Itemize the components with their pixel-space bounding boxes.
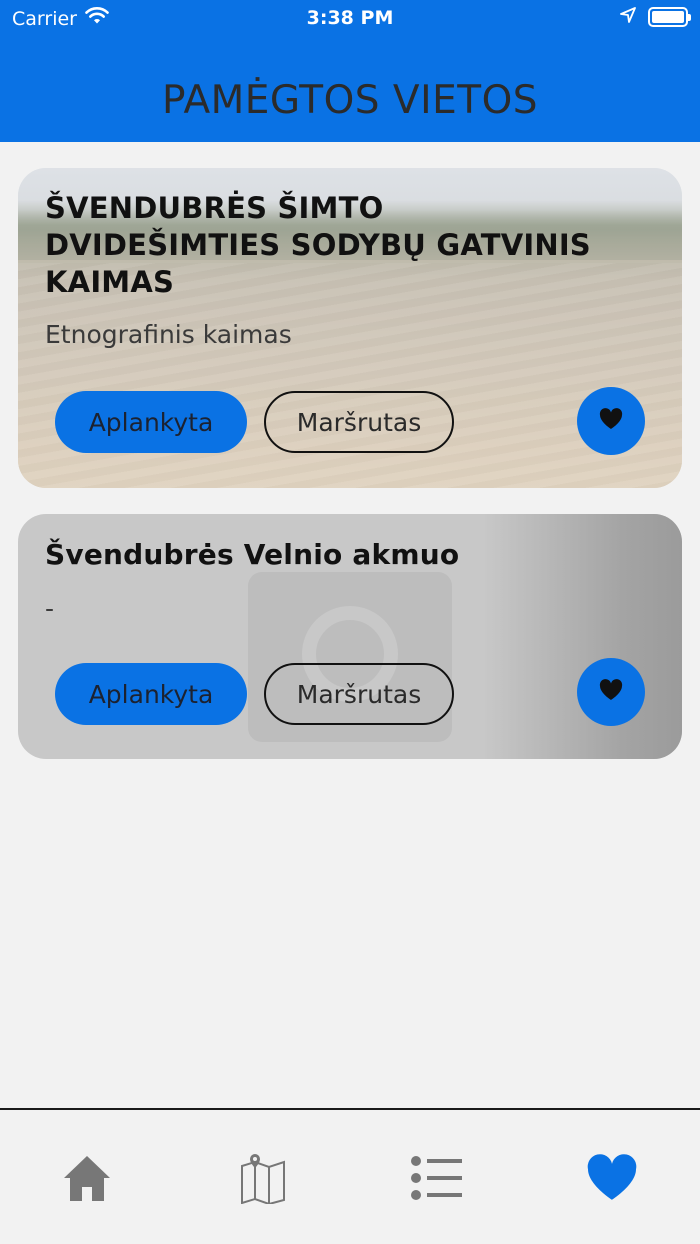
location-arrow-icon bbox=[620, 6, 636, 28]
heart-icon bbox=[599, 679, 623, 705]
battery-icon bbox=[648, 7, 691, 27]
place-card[interactable]: ŠVENDUBRĖS ŠIMTO DVIDEŠIMTIES SODYBŲ GAT… bbox=[18, 168, 682, 488]
tab-favorites[interactable] bbox=[577, 1150, 647, 1210]
home-icon bbox=[62, 1153, 112, 1207]
heart-icon bbox=[585, 1154, 639, 1206]
tab-list[interactable] bbox=[402, 1150, 472, 1210]
heart-icon bbox=[599, 408, 623, 434]
page-title: PAMĖGTOS VIETOS bbox=[161, 78, 539, 123]
visited-button[interactable]: Aplankyta bbox=[55, 663, 247, 725]
status-bar: Carrier 3:38 PM bbox=[0, 0, 700, 38]
map-icon bbox=[239, 1152, 287, 1208]
tab-map[interactable] bbox=[228, 1150, 298, 1210]
favorite-button[interactable] bbox=[577, 658, 645, 726]
visited-button[interactable]: Aplankyta bbox=[55, 391, 247, 453]
place-type: - bbox=[45, 594, 55, 623]
route-button[interactable]: Maršrutas bbox=[264, 391, 454, 453]
place-card[interactable]: Švendubrės Velnio akmuo - Aplankyta Marš… bbox=[18, 514, 682, 759]
route-button[interactable]: Maršrutas bbox=[264, 663, 454, 725]
place-title: ŠVENDUBRĖS ŠIMTO DVIDEŠIMTIES SODYBŲ GAT… bbox=[45, 191, 591, 299]
status-time: 3:38 PM bbox=[306, 7, 394, 29]
tab-bar bbox=[0, 1108, 700, 1244]
favorite-button[interactable] bbox=[577, 387, 645, 455]
tab-home[interactable] bbox=[52, 1150, 122, 1210]
list-icon bbox=[411, 1156, 463, 1204]
place-title: Švendubrės Velnio akmuo bbox=[45, 538, 460, 571]
place-type: Etnografinis kaimas bbox=[45, 320, 292, 349]
app-header: Carrier 3:38 PM PAMĖGTOS VIETOS bbox=[0, 0, 700, 142]
